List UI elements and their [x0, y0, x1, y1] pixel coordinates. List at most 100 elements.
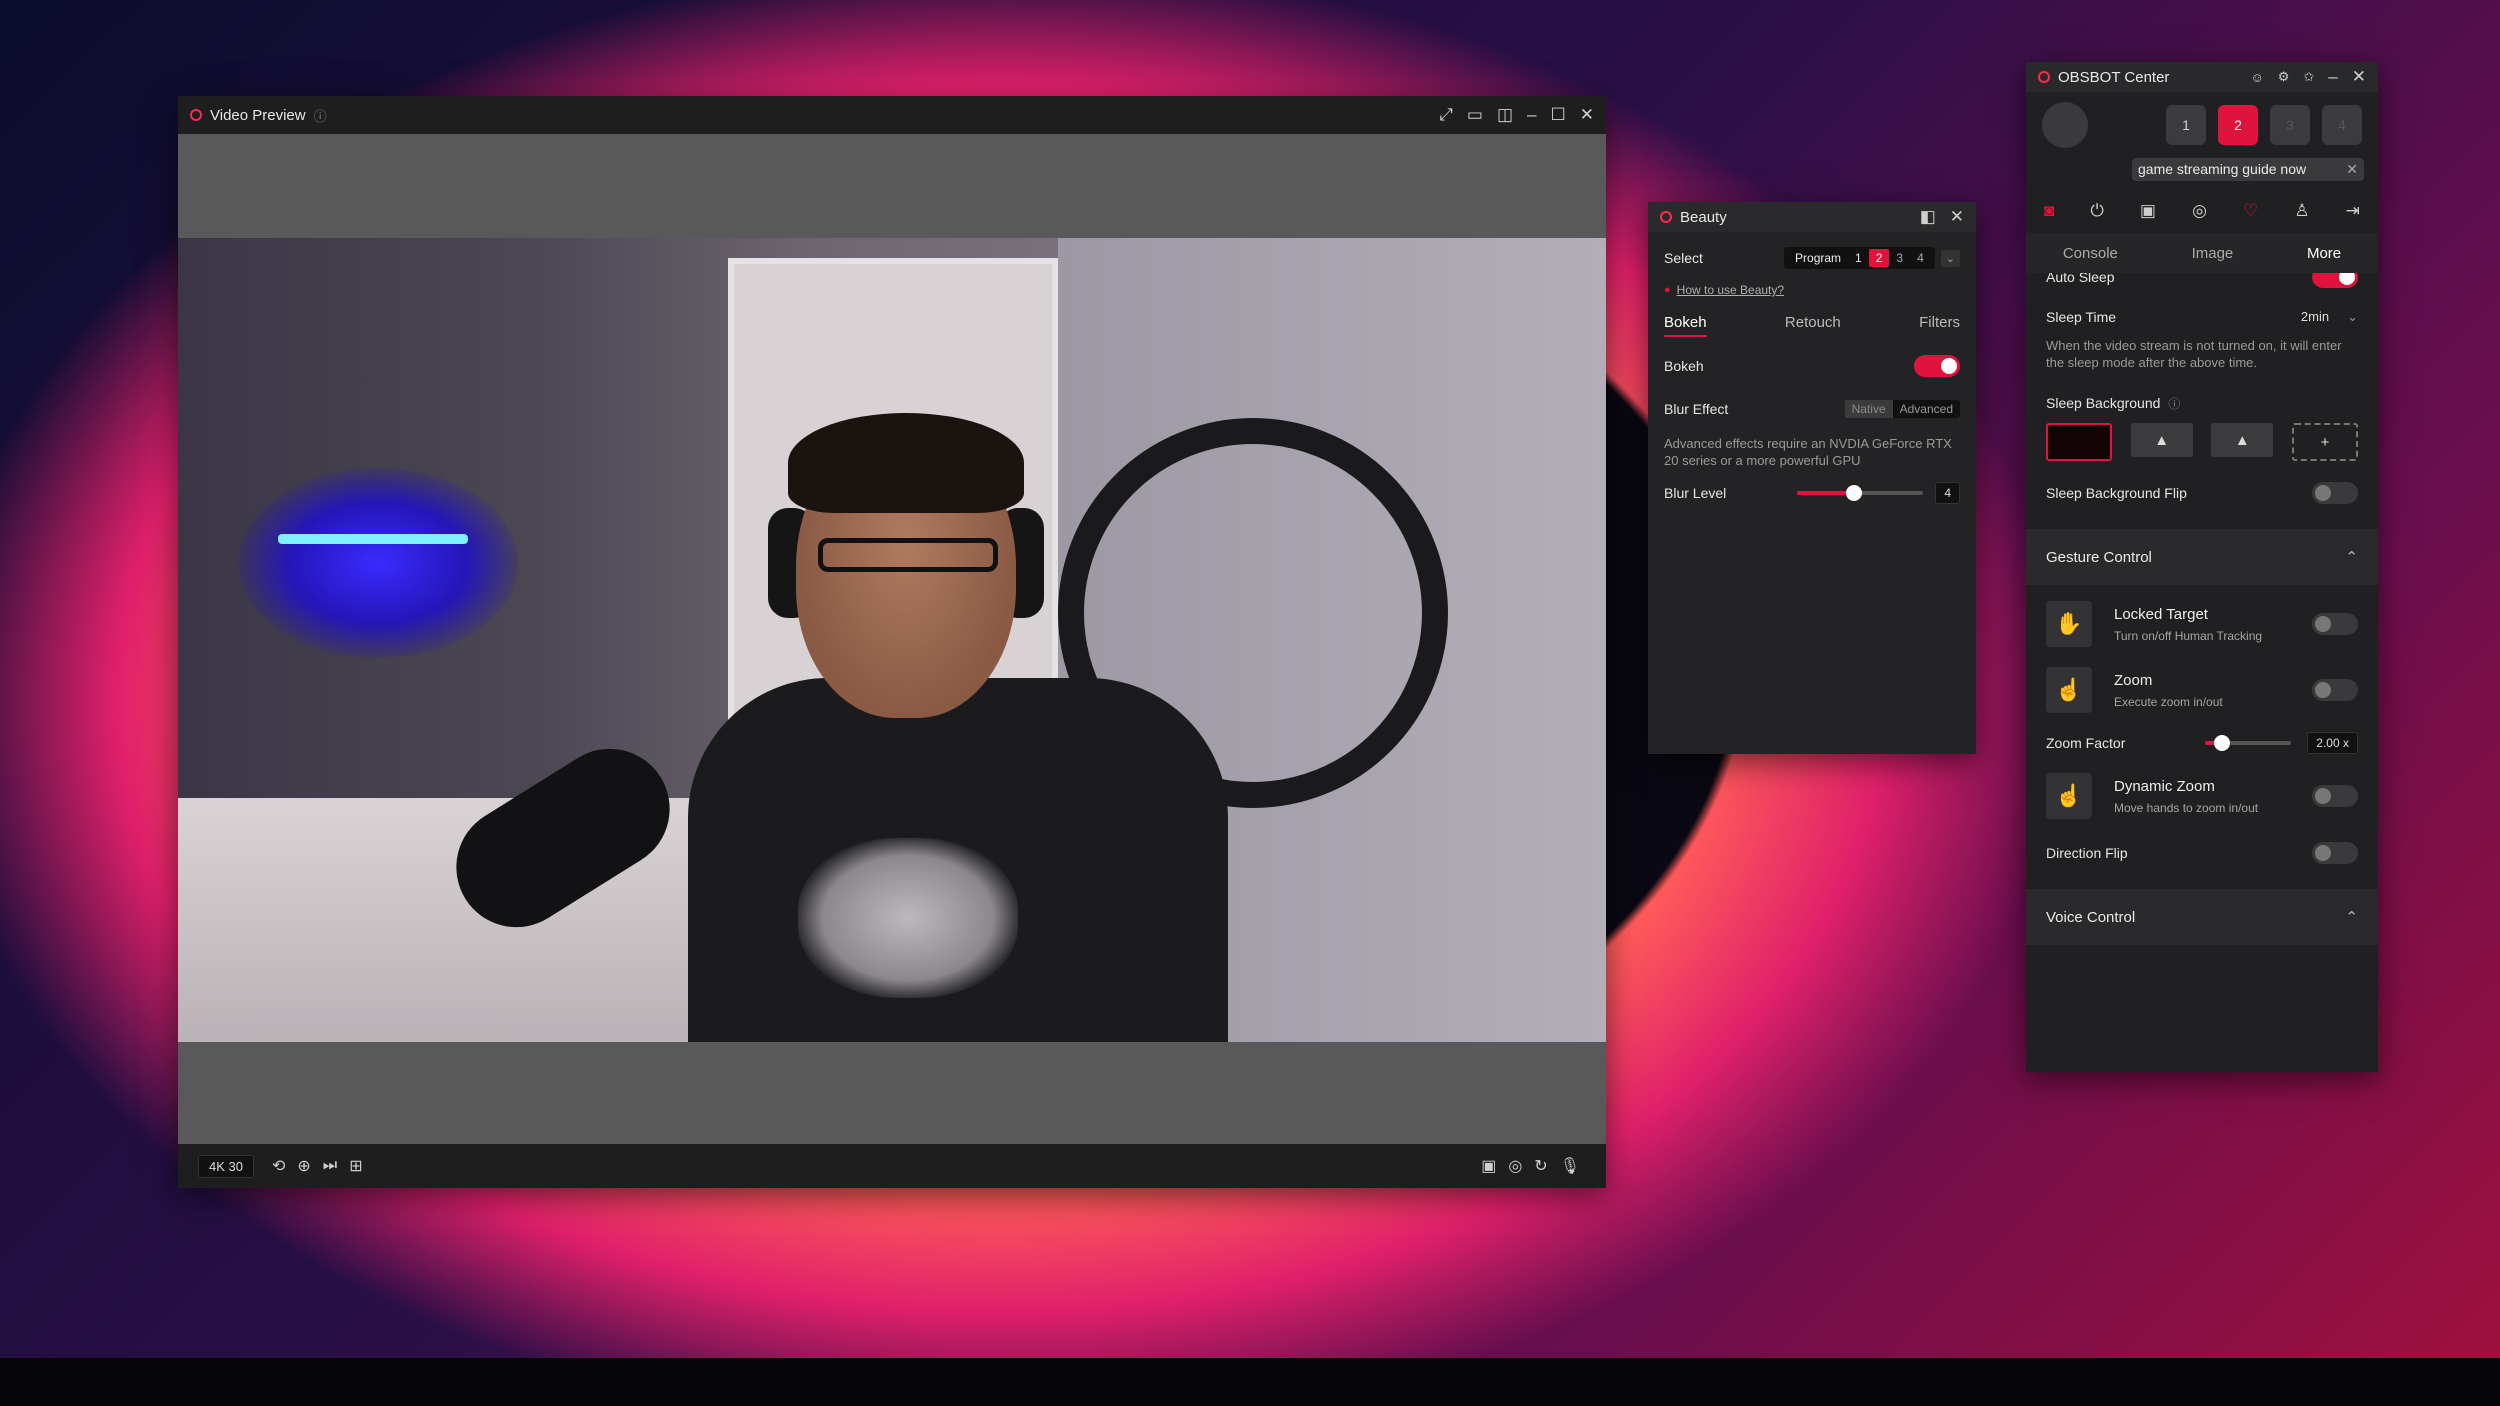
chevron-up-icon[interactable]: ⌃ — [2345, 908, 2358, 926]
select-label: Select — [1664, 250, 1703, 266]
notice-banner[interactable]: game streaming guide now ✕ — [2132, 158, 2364, 181]
device-3-button[interactable]: 3 — [2270, 105, 2310, 145]
target-icon[interactable]: ◎ — [1508, 1156, 1522, 1176]
gear-icon[interactable]: ⚙ — [2278, 69, 2290, 85]
person-icon[interactable]: ♙ — [2294, 201, 2309, 221]
device-1-button[interactable]: 1 — [2166, 105, 2206, 145]
tab-bokeh[interactable]: Bokeh — [1664, 314, 1707, 337]
grid-icon[interactable]: ⊞ — [349, 1156, 362, 1176]
blur-effect-native[interactable]: Native — [1844, 400, 1893, 418]
locked-target-toggle[interactable] — [2312, 613, 2358, 635]
obsbot-center-window: OBSBOT Center ☺ ⚙ ✩ – ✕ 1 2 3 4 game str… — [2026, 62, 2378, 1072]
device-4-button[interactable]: 4 — [2322, 105, 2362, 145]
help-row: ● How to use Beauty? — [1648, 278, 1976, 302]
tab-console[interactable]: Console — [2063, 245, 2118, 262]
blur-effect-row: Blur Effect Native Advanced — [1648, 389, 1976, 429]
exit-icon[interactable]: ⇥ — [2346, 201, 2360, 221]
close-icon[interactable]: ✕ — [2352, 67, 2366, 87]
video-icon[interactable]: ▣ — [2140, 201, 2156, 221]
sleep-description: When the video stream is not turned on, … — [2046, 338, 2342, 370]
expand-icon[interactable]: ⤢ — [1439, 105, 1453, 125]
select-option[interactable]: 2 — [1868, 249, 1890, 267]
video-preview-title: Video Preview — [210, 106, 306, 124]
more-settings-panel: Auto Sleep Sleep Time 2min ⌄ When the vid… — [2026, 273, 2378, 1011]
sleep-background-black[interactable] — [2046, 423, 2112, 461]
gesture-desc: Execute zoom in/out — [2114, 694, 2223, 709]
sleep-background-flip-toggle[interactable] — [2312, 482, 2358, 504]
rotate-icon[interactable]: ⟲ — [272, 1156, 285, 1176]
zoom-factor-slider[interactable] — [2205, 735, 2292, 751]
add-background-button[interactable]: + — [2291, 423, 2358, 461]
tab-image[interactable]: Image — [2192, 245, 2234, 262]
chevron-down-icon[interactable]: ⌄ — [1940, 249, 1960, 267]
bokeh-toggle[interactable] — [1914, 355, 1960, 377]
refresh-icon[interactable]: ↻ — [1534, 1156, 1547, 1176]
blur-level-knob[interactable] — [1846, 485, 1862, 501]
blur-level-slider[interactable] — [1797, 485, 1924, 501]
direction-flip-toggle[interactable] — [2312, 842, 2358, 864]
sleep-background-flip-label: Sleep Background Flip — [2046, 485, 2187, 501]
blur-effect-segment[interactable]: Native Advanced — [1844, 400, 1960, 418]
blue-glow — [238, 468, 518, 658]
two-hands-icon: ☝ — [2046, 773, 2092, 819]
zoom-toggle[interactable] — [2312, 679, 2358, 701]
gesture-desc: Move hands to zoom in/out — [2114, 800, 2259, 815]
avatar[interactable] — [2042, 102, 2088, 148]
camera-feed[interactable] — [178, 238, 1606, 1042]
skip-icon[interactable]: ⏭ — [323, 1157, 337, 1175]
beauty-title: Beauty — [1680, 208, 1727, 226]
beauty-titlebar: Beauty ◧ ✕ — [1648, 202, 1976, 232]
sleep-background-options: ▲ ▲ + — [2026, 423, 2378, 461]
dock-icon[interactable]: ◧ — [1920, 207, 1936, 227]
gesture-control-header[interactable]: Gesture Control ⌃ — [2026, 529, 2378, 585]
tab-more[interactable]: More — [2307, 245, 2341, 262]
sleep-background-row: Sleep Background ⓘ — [2026, 383, 2378, 423]
select-segment[interactable]: Program 1 2 3 4 — [1784, 247, 1935, 269]
blur-level-value[interactable]: 4 — [1935, 482, 1960, 504]
auto-sleep-toggle[interactable] — [2312, 273, 2358, 288]
select-option[interactable]: 3 — [1889, 249, 1910, 267]
device-row: 1 2 3 4 — [2026, 92, 2378, 158]
target-icon[interactable]: ◎ — [2192, 201, 2207, 221]
close-icon[interactable]: ✕ — [1580, 105, 1594, 125]
smiley-icon[interactable]: ☺ — [2250, 70, 2263, 85]
sleep-time-select[interactable]: 2min ⌄ — [2301, 309, 2358, 325]
chevron-up-icon[interactable]: ⌃ — [2345, 548, 2358, 566]
help-link[interactable]: How to use Beauty? — [1677, 283, 1784, 297]
sleep-background-image-1[interactable]: ▲ — [2130, 423, 2193, 457]
minimize-icon[interactable]: – — [2328, 67, 2337, 87]
beauty-icon[interactable]: ♡ — [2243, 201, 2258, 221]
gesture-title: Zoom — [2114, 671, 2153, 689]
pin-icon[interactable]: ✩ — [2303, 69, 2314, 85]
dynamic-zoom-toggle[interactable] — [2312, 785, 2358, 807]
blur-level-row: Blur Level 4 — [1648, 473, 1976, 513]
sleep-background-image-2[interactable]: ▲ — [2211, 423, 2274, 457]
microphone-icon[interactable]: 🎙 — [1560, 1156, 1580, 1176]
select-option[interactable]: 4 — [1910, 249, 1931, 267]
tab-retouch[interactable]: Retouch — [1785, 314, 1841, 337]
select-option[interactable]: Program — [1788, 249, 1848, 267]
single-view-icon[interactable]: ▭ — [1467, 105, 1483, 125]
tab-filters[interactable]: Filters — [1919, 314, 1960, 337]
blur-effect-advanced[interactable]: Advanced — [1893, 400, 1960, 418]
close-icon[interactable]: ✕ — [2346, 161, 2358, 178]
zoom-icon[interactable]: ⊕ — [297, 1156, 310, 1176]
help-icon[interactable]: ⓘ — [2168, 395, 2180, 412]
maximize-icon[interactable]: ☐ — [1551, 105, 1566, 125]
resolution-badge[interactable]: 4K 30 — [198, 1154, 254, 1178]
device-2-button[interactable]: 2 — [2218, 105, 2258, 145]
minimize-icon[interactable]: – — [1527, 105, 1536, 125]
voice-control-label: Voice Control — [2046, 908, 2136, 926]
select-option[interactable]: 1 — [1848, 249, 1869, 267]
obsbot-logo-icon — [190, 109, 202, 121]
power-icon[interactable]: ⏻ — [2090, 201, 2103, 221]
camera-icon[interactable]: ◙ — [2044, 201, 2054, 221]
zoom-factor-value[interactable]: 2.00 x — [2307, 732, 2358, 754]
zoom-factor-row: Zoom Factor 2.00 x — [2026, 723, 2378, 763]
camera-icon[interactable]: ▣ — [1481, 1156, 1496, 1176]
help-icon[interactable]: ⓘ — [314, 106, 327, 125]
close-icon[interactable]: ✕ — [1950, 207, 1964, 227]
split-view-icon[interactable]: ◫ — [1497, 105, 1513, 125]
voice-control-header[interactable]: Voice Control ⌃ — [2026, 889, 2378, 945]
zoom-factor-knob[interactable] — [2214, 735, 2231, 751]
